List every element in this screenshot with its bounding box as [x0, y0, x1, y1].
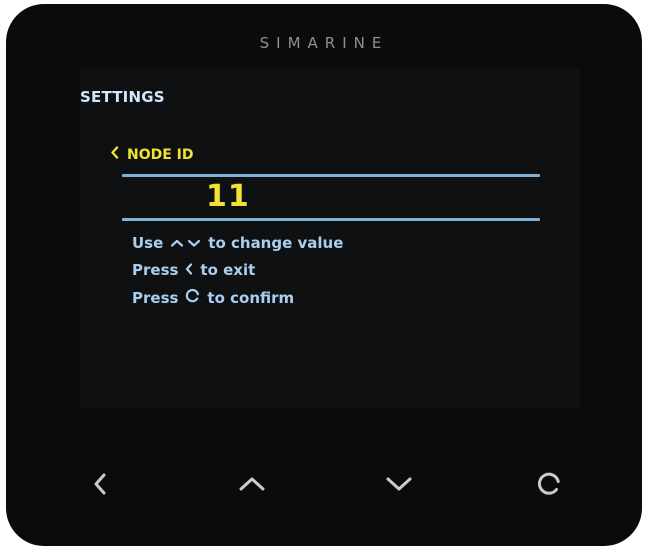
field-header[interactable]: NODE ID	[110, 146, 194, 163]
hint-confirm-text: to confirm	[207, 288, 295, 307]
field-top-divider	[122, 174, 540, 177]
page-title: SETTINGS	[80, 88, 165, 106]
hint-change-value-text: to change value	[208, 234, 344, 252]
hint-exit: Press to exit	[132, 261, 255, 279]
chevron-left-icon	[110, 146, 119, 163]
hint-exit-text: to exit	[200, 261, 256, 279]
hint-press-label: Press	[132, 261, 179, 279]
chevron-up-icon	[239, 477, 265, 491]
chevron-down-icon	[187, 234, 201, 252]
hint-use-label: Use	[132, 234, 164, 252]
field-value: 11	[206, 179, 250, 214]
field-label: NODE ID	[127, 146, 194, 163]
circle-confirm-icon	[537, 472, 560, 495]
field-bottom-divider	[122, 218, 540, 221]
hint-change-value: Use to change value	[132, 234, 343, 252]
up-button[interactable]	[232, 464, 272, 504]
back-button[interactable]	[80, 464, 120, 504]
chevron-left-icon	[185, 261, 193, 279]
chevron-down-icon	[386, 477, 412, 491]
down-button[interactable]	[379, 464, 419, 504]
chevron-up-icon	[170, 234, 184, 252]
brand-logo: SIMARINE	[259, 34, 389, 52]
hint-confirm: Press to confirm	[132, 288, 294, 307]
hint-press-label: Press	[132, 288, 179, 307]
circle-confirm-icon	[185, 288, 200, 307]
chevron-left-icon	[94, 473, 106, 495]
simarine-device: SIMARINE SETTINGS NODE ID 11 Use to chan…	[6, 4, 642, 546]
confirm-button[interactable]	[529, 464, 569, 504]
